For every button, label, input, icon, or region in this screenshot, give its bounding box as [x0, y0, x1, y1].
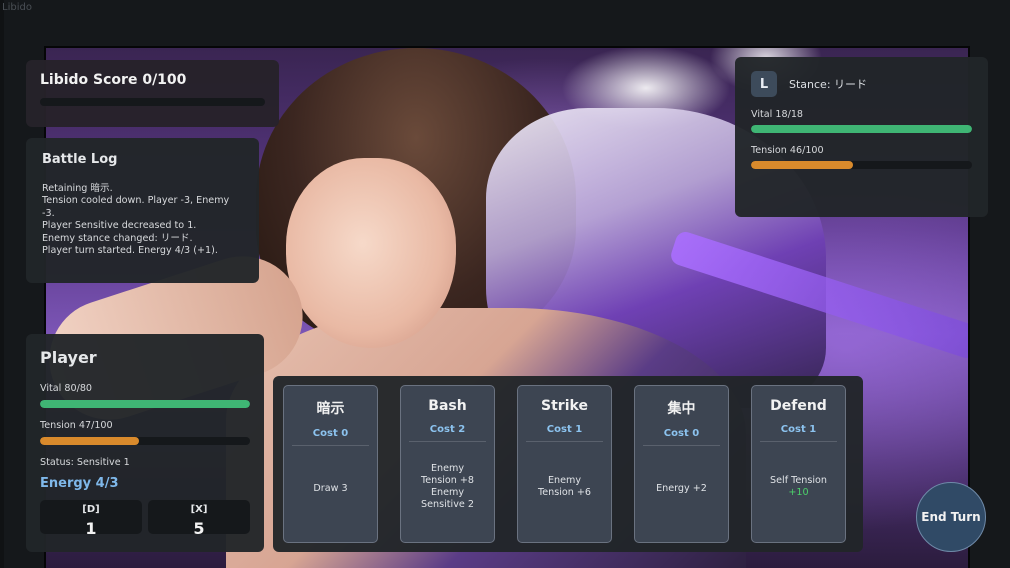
card-effect-line: Draw 3: [313, 483, 348, 494]
card-effect-line: Enemy: [430, 463, 465, 474]
character-face: [286, 158, 456, 348]
enemy-stance-badge: L: [751, 71, 777, 97]
card-effect-line: Enemy: [547, 475, 582, 486]
card-effect-highlight: +10: [788, 487, 809, 498]
player-tension-bar: [40, 437, 250, 445]
log-line: Enemy stance changed: リード.: [42, 232, 193, 244]
card-effect-line: Energy +2: [656, 483, 707, 494]
discard-pile-key: [X]: [190, 504, 208, 515]
card-effect: Draw 3: [292, 446, 369, 542]
card-name: Defend: [770, 398, 827, 414]
card-effect-line: Tension +6: [537, 487, 592, 498]
card-hand: 暗示 Cost 0 Draw 3 Bash Cost 2 Enemy Tensi…: [273, 376, 863, 552]
log-line: Retaining 暗示.: [42, 183, 113, 194]
window-title: Libido: [2, 2, 32, 13]
end-turn-button[interactable]: End Turn: [916, 482, 986, 552]
log-line: -3.: [42, 207, 55, 219]
player-energy: Energy 4/3: [40, 476, 119, 491]
libido-score-label: Libido Score 0/100: [40, 72, 187, 88]
libido-score-bar: [40, 98, 265, 106]
enemy-tension-fill: [751, 161, 853, 169]
card-effect-line: Tension +8: [420, 475, 475, 486]
card-bash[interactable]: Bash Cost 2 Enemy Tension +8 Enemy Sensi…: [400, 385, 495, 543]
discard-pile-button[interactable]: [X] 5: [148, 500, 250, 534]
card-cost: Cost 0: [292, 428, 369, 446]
libido-score-panel: Libido Score 0/100: [26, 60, 279, 127]
player-vital-fill: [40, 400, 250, 408]
card-effect-line: Self Tension: [770, 475, 827, 486]
card-cost: Cost 1: [760, 424, 837, 442]
player-title: Player: [40, 348, 97, 367]
card-effect: Enemy Tension +8 Enemy Sensitive 2: [409, 442, 486, 542]
player-vital-bar: [40, 400, 250, 408]
player-tension-fill: [40, 437, 139, 445]
card-effect-line: Enemy: [430, 487, 465, 498]
player-vital-label: Vital 80/80: [40, 383, 93, 394]
card-effect: Enemy Tension +6: [526, 442, 603, 542]
card-effect: Energy +2: [643, 446, 720, 542]
draw-pile-key: [D]: [82, 504, 100, 515]
card-shuchu[interactable]: 集中 Cost 0 Energy +2: [634, 385, 729, 543]
enemy-vital-bar: [751, 125, 972, 133]
card-name: 暗示: [316, 401, 345, 417]
enemy-vital-label: Vital 18/18: [751, 109, 804, 120]
discard-pile-count: 5: [193, 519, 205, 534]
enemy-stance-label: Stance: リード: [789, 78, 868, 91]
battle-log-title: Battle Log: [42, 152, 118, 167]
card-name: Strike: [541, 398, 588, 414]
log-line: Tension cooled down. Player -3, Enemy: [42, 195, 230, 207]
card-cost: Cost 1: [526, 424, 603, 442]
card-cost: Cost 0: [643, 428, 720, 446]
enemy-tension-label: Tension 46/100: [751, 145, 824, 156]
card-defend[interactable]: Defend Cost 1 Self Tension +10: [751, 385, 846, 543]
log-line: Player Sensitive decreased to 1.: [42, 220, 197, 232]
player-status-effects: Status: Sensitive 1: [40, 457, 130, 468]
card-name: 集中: [667, 401, 696, 417]
card-anji[interactable]: 暗示 Cost 0 Draw 3: [283, 385, 378, 543]
player-tension-label: Tension 47/100: [40, 420, 113, 431]
draw-pile-button[interactable]: [D] 1: [40, 500, 142, 534]
enemy-tension-bar: [751, 161, 972, 169]
battle-log-panel: Battle Log Retaining 暗示. Tension cooled …: [26, 138, 259, 283]
enemy-status-panel: L Stance: リード Vital 18/18 Tension 46/100: [735, 57, 988, 217]
card-effect: Self Tension +10: [760, 442, 837, 542]
card-effect-line: Sensitive 2: [421, 499, 474, 510]
enemy-vital-fill: [751, 125, 972, 133]
card-cost: Cost 2: [409, 424, 486, 442]
draw-pile-count: 1: [85, 519, 97, 534]
player-status-panel: Player Vital 80/80 Tension 47/100 Status…: [26, 334, 264, 552]
log-line: Player turn started. Energy 4/3 (+1).: [42, 245, 218, 257]
card-strike[interactable]: Strike Cost 1 Enemy Tension +6: [517, 385, 612, 543]
card-name: Bash: [428, 398, 467, 414]
window-edge: [0, 0, 4, 568]
